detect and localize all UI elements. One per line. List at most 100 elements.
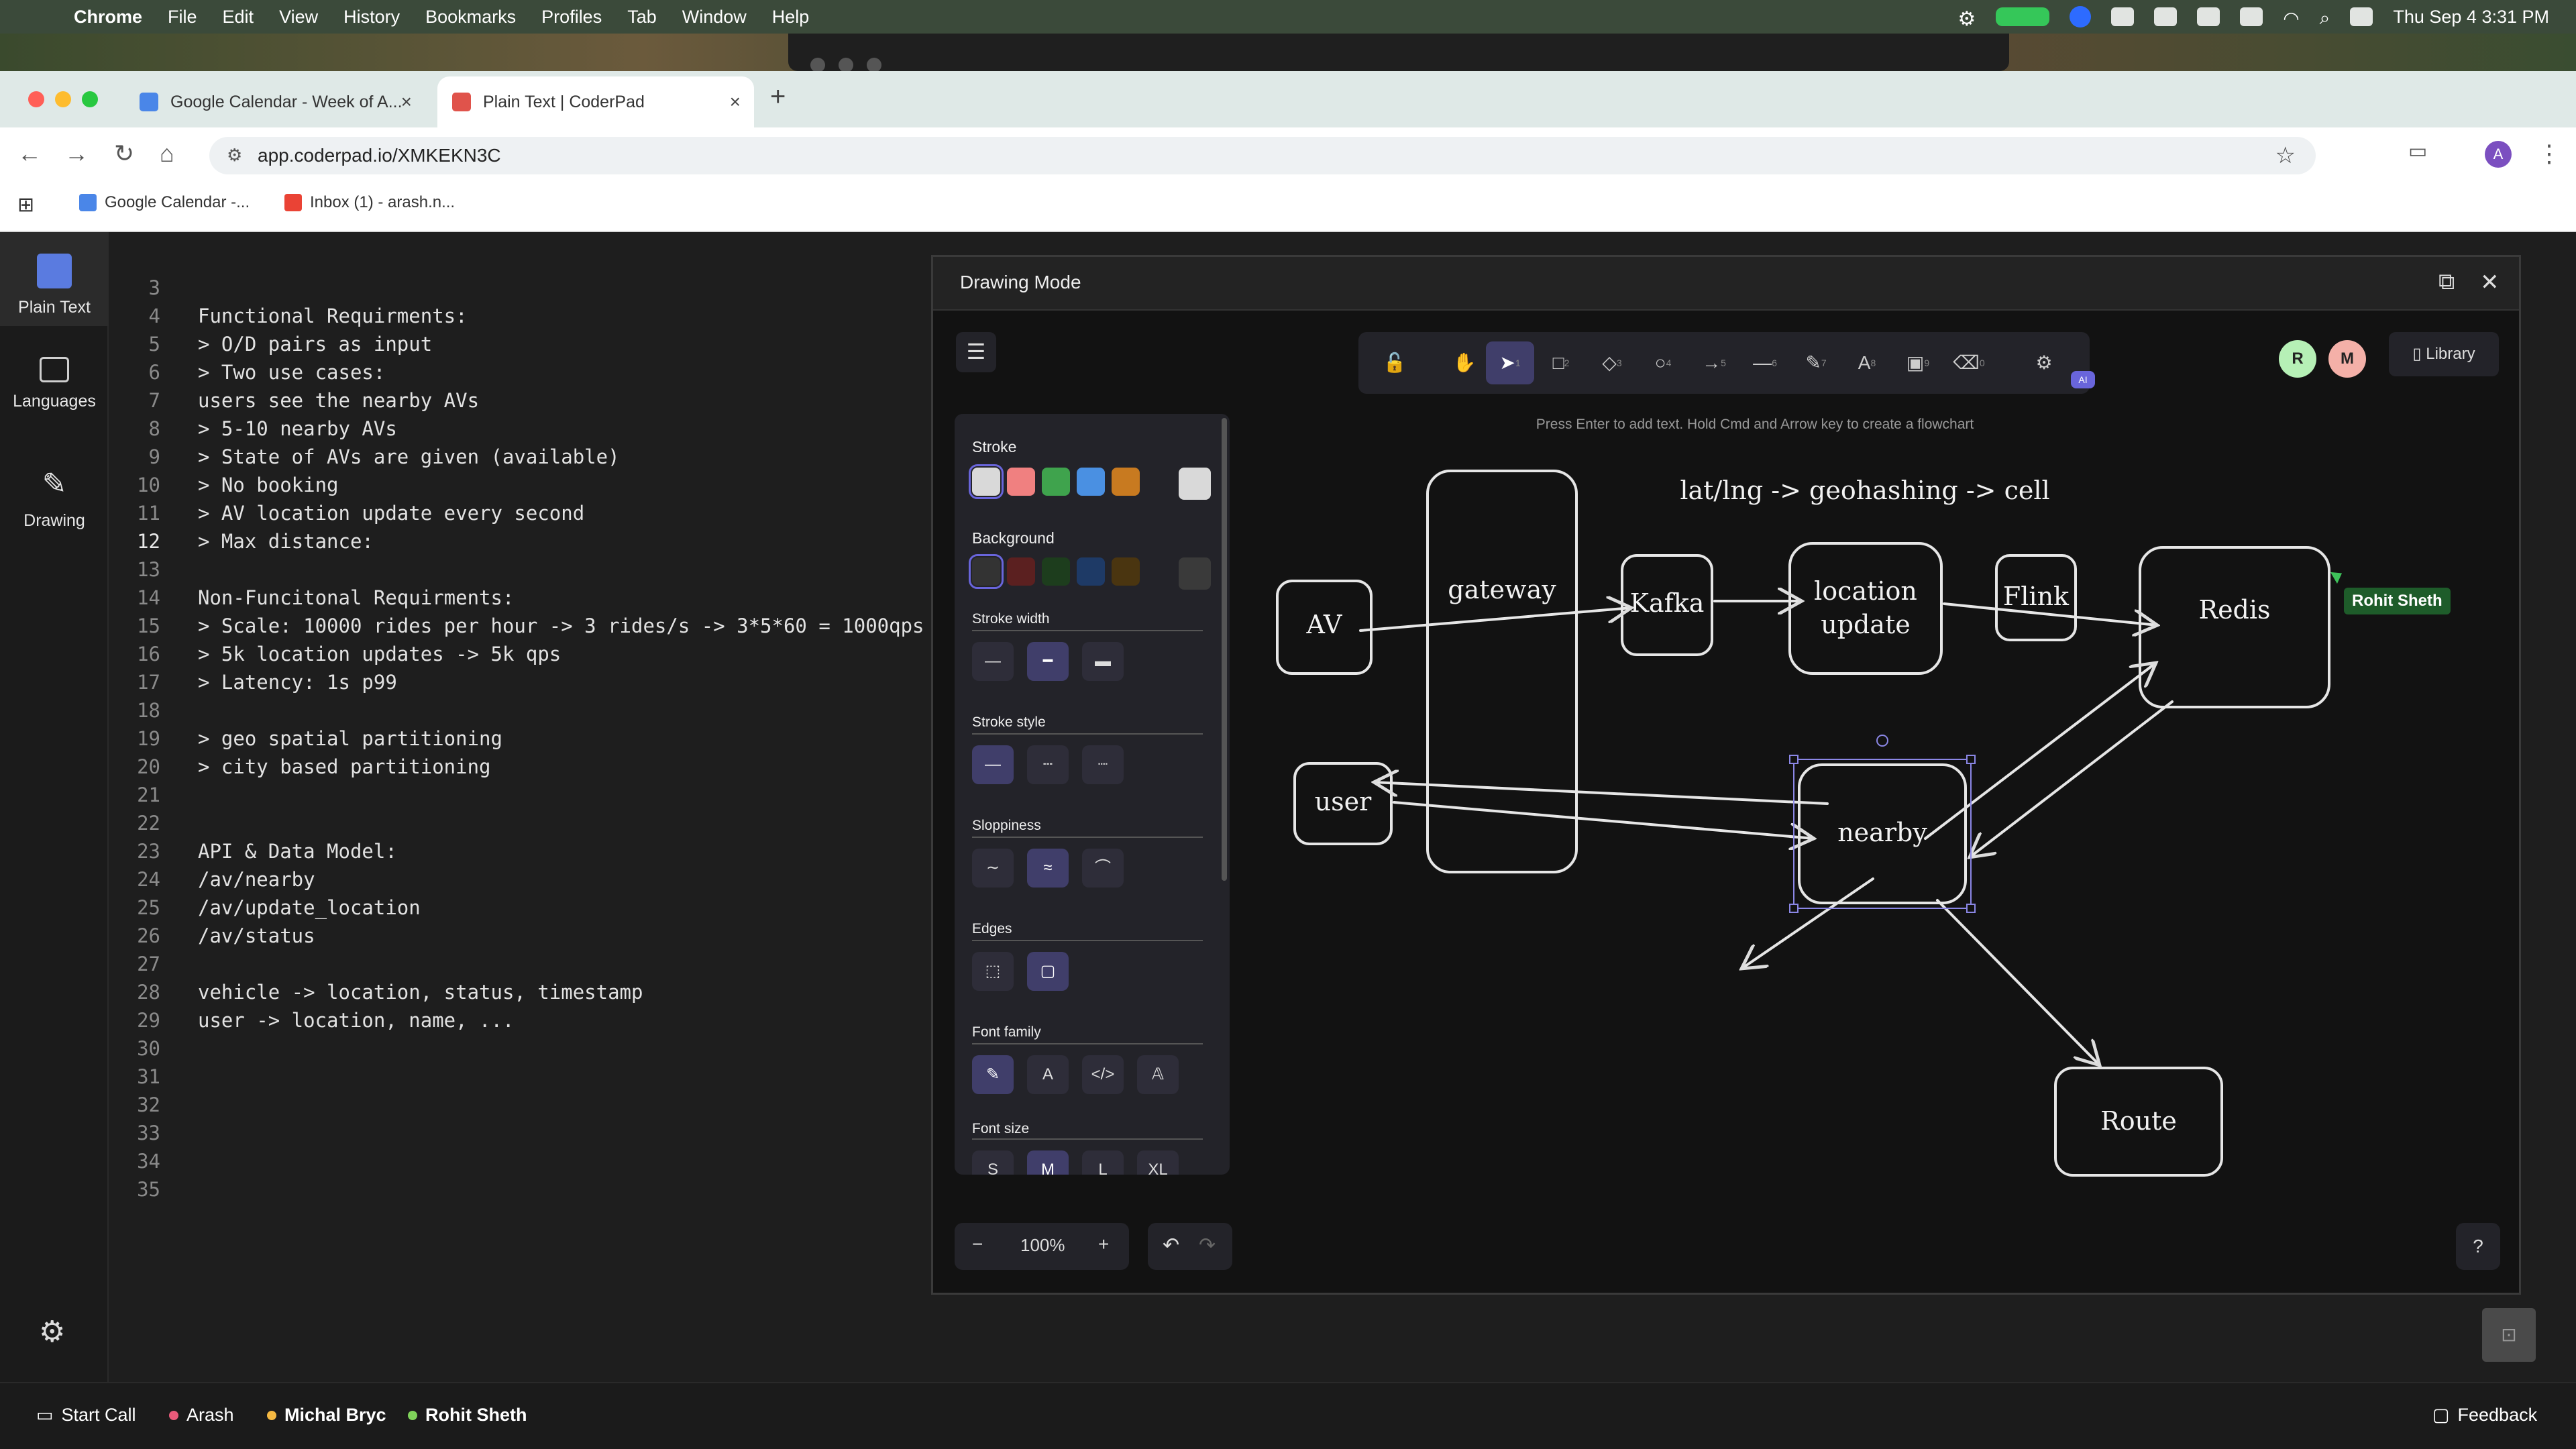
menu-bookmarks[interactable]: Bookmarks: [425, 7, 516, 28]
code-line[interactable]: 17 > Latency: 1s p99: [110, 671, 397, 699]
start-call-button[interactable]: ▭ Start Call: [36, 1405, 136, 1426]
code-line[interactable]: 35: [110, 1178, 198, 1206]
redo-icon[interactable]: ↷: [1199, 1234, 1216, 1257]
code-line[interactable]: 18: [110, 699, 198, 727]
cloud-icon[interactable]: [2154, 7, 2178, 26]
code-line[interactable]: 20 > city based partitioning: [110, 755, 491, 784]
code-line[interactable]: 5 > O/D pairs as input: [110, 333, 433, 361]
line-text[interactable]: > city based partitioning: [198, 755, 491, 778]
zoom-level[interactable]: 100%: [1020, 1235, 1065, 1256]
code-line[interactable]: 9 > State of AVs are given (available): [110, 445, 620, 474]
back-icon[interactable]: ←: [17, 140, 42, 168]
menubar-clock[interactable]: Thu Sep 4 3:31 PM: [2393, 7, 2549, 28]
stroke-extra-bold-button[interactable]: ▬: [1082, 642, 1124, 681]
stroke-swatch[interactable]: [1077, 468, 1105, 496]
menu-help[interactable]: Help: [772, 7, 810, 28]
code-line[interactable]: 12 > Max distance:: [110, 530, 374, 558]
code-line[interactable]: 29 user -> location, name, ...: [110, 1009, 514, 1037]
hamburger-menu-button[interactable]: ☰: [956, 332, 996, 372]
background-swatch[interactable]: [1007, 557, 1035, 586]
code-line[interactable]: 32: [110, 1093, 198, 1122]
stroke-swatch[interactable]: [1042, 468, 1070, 496]
menu-app-name[interactable]: Chrome: [74, 7, 142, 28]
stroke-swatch[interactable]: [1112, 468, 1140, 496]
url-text[interactable]: app.coderpad.io/XMKEKN3C: [258, 145, 501, 166]
undo-icon[interactable]: ↶: [1163, 1234, 1179, 1257]
code-line[interactable]: 27: [110, 953, 198, 981]
apps-grid-icon[interactable]: ⊞: [17, 193, 34, 217]
line-text[interactable]: > Scale: 10000 rides per hour -> 3 rides…: [198, 614, 931, 637]
close-icon[interactable]: ✕: [2480, 269, 2500, 296]
close-tab-icon[interactable]: ×: [730, 91, 741, 113]
code-line[interactable]: 4 Functional Requirments:: [110, 305, 468, 333]
code-line[interactable]: 34: [110, 1150, 198, 1178]
stroke-dashed-button[interactable]: ┄: [1027, 745, 1069, 784]
rectangle-icon[interactable]: □2: [1537, 341, 1585, 384]
code-line[interactable]: 24/av/nearby: [110, 868, 315, 896]
profile-avatar[interactable]: A: [2485, 141, 2512, 168]
code-line[interactable]: 31: [110, 1065, 198, 1093]
participant[interactable]: Rohit Sheth: [408, 1405, 527, 1426]
address-bar[interactable]: ⚙ app.coderpad.io/XMKEKN3C ☆: [209, 137, 2316, 174]
line-text[interactable]: user -> location, name, ...: [198, 1009, 514, 1032]
font-normal-button[interactable]: A: [1027, 1055, 1069, 1094]
menu-edit[interactable]: Edit: [223, 7, 254, 28]
code-line[interactable]: 11 > AV location update every second: [110, 502, 584, 530]
participant[interactable]: Arash: [169, 1405, 234, 1426]
close-window-button[interactable]: [28, 91, 44, 107]
line-text[interactable]: > Max distance:: [198, 530, 374, 553]
collaborator-avatar[interactable]: R: [2279, 340, 2316, 378]
line-text[interactable]: > 5-10 nearby AVs: [198, 417, 397, 440]
arrow-icon[interactable]: →5: [1690, 341, 1738, 384]
gear-icon[interactable]: ⚙: [1957, 7, 1976, 30]
font-size-l-button[interactable]: L: [1082, 1150, 1124, 1175]
open-external-icon[interactable]: ⧉: [2438, 269, 2455, 295]
status-icon[interactable]: [2111, 7, 2135, 26]
close-tab-icon[interactable]: ×: [401, 91, 412, 113]
new-tab-button[interactable]: +: [770, 82, 786, 112]
qr-code-icon[interactable]: ⊡: [2482, 1308, 2536, 1362]
bookmark-gmail[interactable]: Inbox (1) - arash.n...: [284, 193, 455, 212]
code-line[interactable]: 7 users see the nearby AVs: [110, 389, 480, 417]
code-line[interactable]: 14 Non-Funcitonal Requirments:: [110, 586, 514, 614]
code-line[interactable]: 15 > Scale: 10000 rides per hour -> 3 rid…: [110, 614, 931, 643]
zoom-in-button[interactable]: +: [1098, 1234, 1109, 1255]
image-icon[interactable]: ▣9: [1894, 341, 1942, 384]
line-text[interactable]: > geo spatial partitioning: [198, 727, 502, 750]
sidebar-item-plain-text[interactable]: Plain Text: [0, 232, 109, 326]
tab-google-calendar[interactable]: Google Calendar - Week of A... ×: [125, 76, 425, 127]
menu-tab[interactable]: Tab: [627, 7, 657, 28]
minimize-window-button[interactable]: [55, 91, 71, 107]
line-text[interactable]: users see the nearby AVs: [198, 389, 479, 412]
code-line[interactable]: 23 API & Data Model:: [110, 840, 397, 868]
code-line[interactable]: 25/av/update_location: [110, 896, 421, 924]
stroke-swatch[interactable]: [969, 464, 1004, 499]
battery-icon[interactable]: [2240, 7, 2263, 26]
font-hand-drawn-button[interactable]: ✎: [972, 1055, 1014, 1094]
zoom-icon[interactable]: [2070, 6, 2092, 28]
search-icon[interactable]: ⌕: [2320, 7, 2330, 28]
tab-search-icon[interactable]: ▭: [2408, 140, 2427, 163]
help-icon[interactable]: ?: [2456, 1223, 2500, 1270]
text-icon[interactable]: A8: [1843, 341, 1891, 384]
line-text[interactable]: > AV location update every second: [198, 502, 584, 525]
code-editor[interactable]: 3 4 Functional Requirments: 5 > O/D pairs as…: [110, 232, 931, 1382]
line-text[interactable]: Functional Requirments:: [198, 305, 468, 327]
bookmark-google-calendar[interactable]: Google Calendar -...: [79, 193, 250, 212]
background-swatch[interactable]: [1179, 557, 1211, 590]
settings-gear-icon[interactable]: ⚙: [39, 1315, 65, 1349]
home-icon[interactable]: ⌂: [160, 140, 174, 168]
tab-coderpad[interactable]: Plain Text | CoderPad ×: [437, 76, 754, 127]
line-text[interactable]: > No booking: [198, 474, 339, 496]
code-line[interactable]: 3: [110, 276, 198, 305]
hand-icon[interactable]: ✋: [1440, 341, 1489, 384]
maximize-window-button[interactable]: [82, 91, 98, 107]
eraser-icon[interactable]: ⌫0: [1945, 341, 1993, 384]
line-text[interactable]: > Latency: 1s p99: [198, 671, 397, 694]
library-button[interactable]: ▯ Library: [2389, 332, 2499, 376]
code-line[interactable]: 8 > 5-10 nearby AVs: [110, 417, 397, 445]
line-text[interactable]: > State of AVs are given (available): [198, 445, 620, 468]
line-icon[interactable]: —6: [1741, 341, 1789, 384]
sloppiness-artist-button[interactable]: ≈: [1027, 849, 1069, 888]
font-more-button[interactable]: 𝔸: [1137, 1055, 1179, 1094]
